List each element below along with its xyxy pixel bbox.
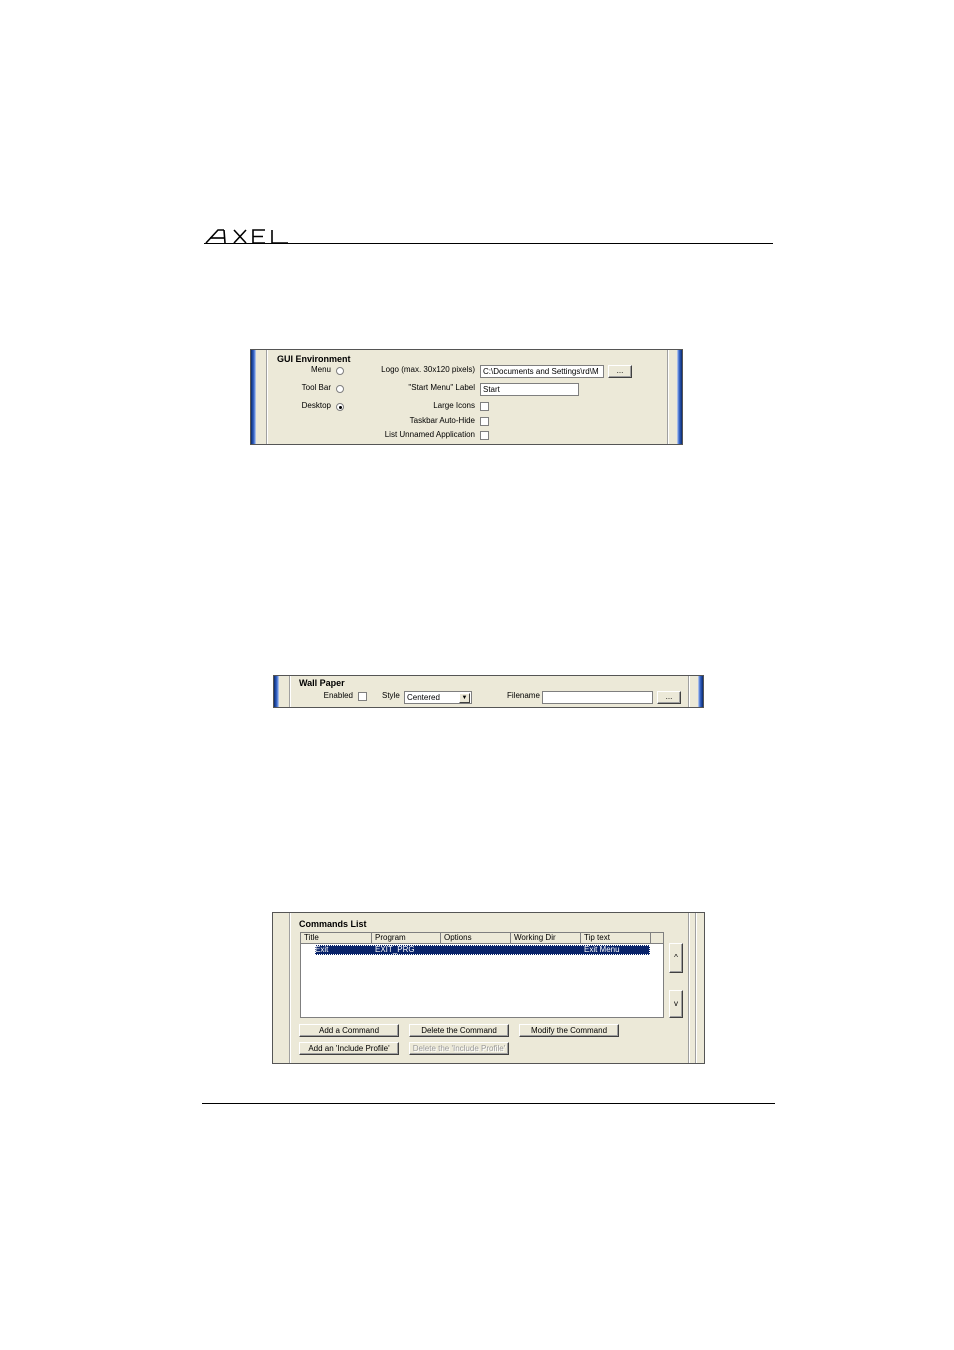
panel-edge-left <box>274 676 279 707</box>
commands-list-panel: Commands List Title Program Options Work… <box>272 912 705 1064</box>
group-divider <box>695 913 696 1063</box>
move-down-button[interactable]: v <box>669 990 683 1018</box>
large-icons-checkbox[interactable] <box>480 402 489 411</box>
logo-path-field[interactable]: C:\Documents and Settings\rd\M <box>480 365 604 378</box>
group-divider <box>688 676 689 707</box>
column-header-options[interactable]: Options <box>441 933 511 944</box>
column-header-program[interactable]: Program <box>372 933 441 944</box>
filename-field[interactable] <box>542 691 653 704</box>
add-include-profile-button[interactable]: Add an 'Include Profile' <box>299 1042 399 1055</box>
delete-command-button[interactable]: Delete the Command <box>409 1024 509 1037</box>
delete-include-profile-button: Delete the 'Include Profile' <box>409 1042 509 1055</box>
modify-command-button[interactable]: Modify the Command <box>519 1024 619 1037</box>
column-header-working-dir[interactable]: Working Dir <box>511 933 581 944</box>
toolbar-mode-radio[interactable] <box>336 385 344 393</box>
style-select-value: Centered <box>407 693 440 702</box>
column-header-title[interactable]: Title <box>301 933 372 944</box>
taskbar-auto-hide-label: Taskbar Auto-Hide <box>409 416 475 425</box>
list-unnamed-application-label: List Unnamed Application <box>384 430 475 439</box>
desktop-mode-radio[interactable] <box>336 403 344 411</box>
commands-list[interactable]: Title Program Options Working Dir Tip te… <box>300 932 664 1018</box>
column-header-filler <box>651 933 663 944</box>
panel-edge-right <box>698 676 703 707</box>
filename-browse-button[interactable]: ... <box>657 691 681 704</box>
panel-edge-left <box>251 350 256 444</box>
row-tip-text: Exit Menu <box>584 945 620 954</box>
row-title: Exit <box>315 945 329 954</box>
logo-label: Logo (max. 30x120 pixels) <box>381 365 475 374</box>
wall-paper-enabled-checkbox[interactable] <box>358 692 367 701</box>
chevron-down-icon[interactable]: ▼ <box>459 693 470 703</box>
move-up-button[interactable]: ^ <box>669 943 683 973</box>
group-divider <box>289 676 290 707</box>
gui-environment-panel: GUI Environment Menu Tool Bar Desktop Lo… <box>250 349 683 445</box>
desktop-mode-label: Desktop <box>301 401 331 410</box>
filename-label: Filename <box>507 691 540 700</box>
row-program: EXIT_PRG <box>375 945 415 954</box>
header-rule <box>204 243 773 244</box>
style-select[interactable]: Centered ▼ <box>404 691 472 704</box>
group-title: GUI Environment <box>277 354 351 364</box>
group-divider <box>667 350 668 444</box>
table-row[interactable]: Exit EXIT_PRG Exit Menu <box>315 945 650 955</box>
group-divider <box>266 350 267 444</box>
panel-edge-right <box>677 350 682 444</box>
toolbar-mode-label: Tool Bar <box>301 383 331 392</box>
footer-rule <box>202 1103 775 1104</box>
add-command-button[interactable]: Add a Command <box>299 1024 399 1037</box>
axel-logo <box>205 229 288 244</box>
wall-paper-panel: Wall Paper Enabled Style Centered ▼ File… <box>273 675 704 708</box>
group-divider <box>688 913 689 1063</box>
group-divider <box>289 913 290 1063</box>
start-menu-label-field[interactable]: Start <box>480 383 579 396</box>
group-title: Wall Paper <box>299 678 345 688</box>
large-icons-label: Large Icons <box>433 401 475 410</box>
enabled-label: Enabled <box>323 691 353 700</box>
logo-browse-button[interactable]: ... <box>608 365 632 378</box>
style-label: Style <box>382 691 400 700</box>
column-header-tip-text[interactable]: Tip text <box>581 933 651 944</box>
list-unnamed-application-checkbox[interactable] <box>480 431 489 440</box>
start-menu-label: "Start Menu" Label <box>408 383 475 392</box>
taskbar-auto-hide-checkbox[interactable] <box>480 417 489 426</box>
group-title: Commands List <box>299 919 367 929</box>
menu-mode-label: Menu <box>310 365 331 374</box>
menu-mode-radio[interactable] <box>336 367 344 375</box>
